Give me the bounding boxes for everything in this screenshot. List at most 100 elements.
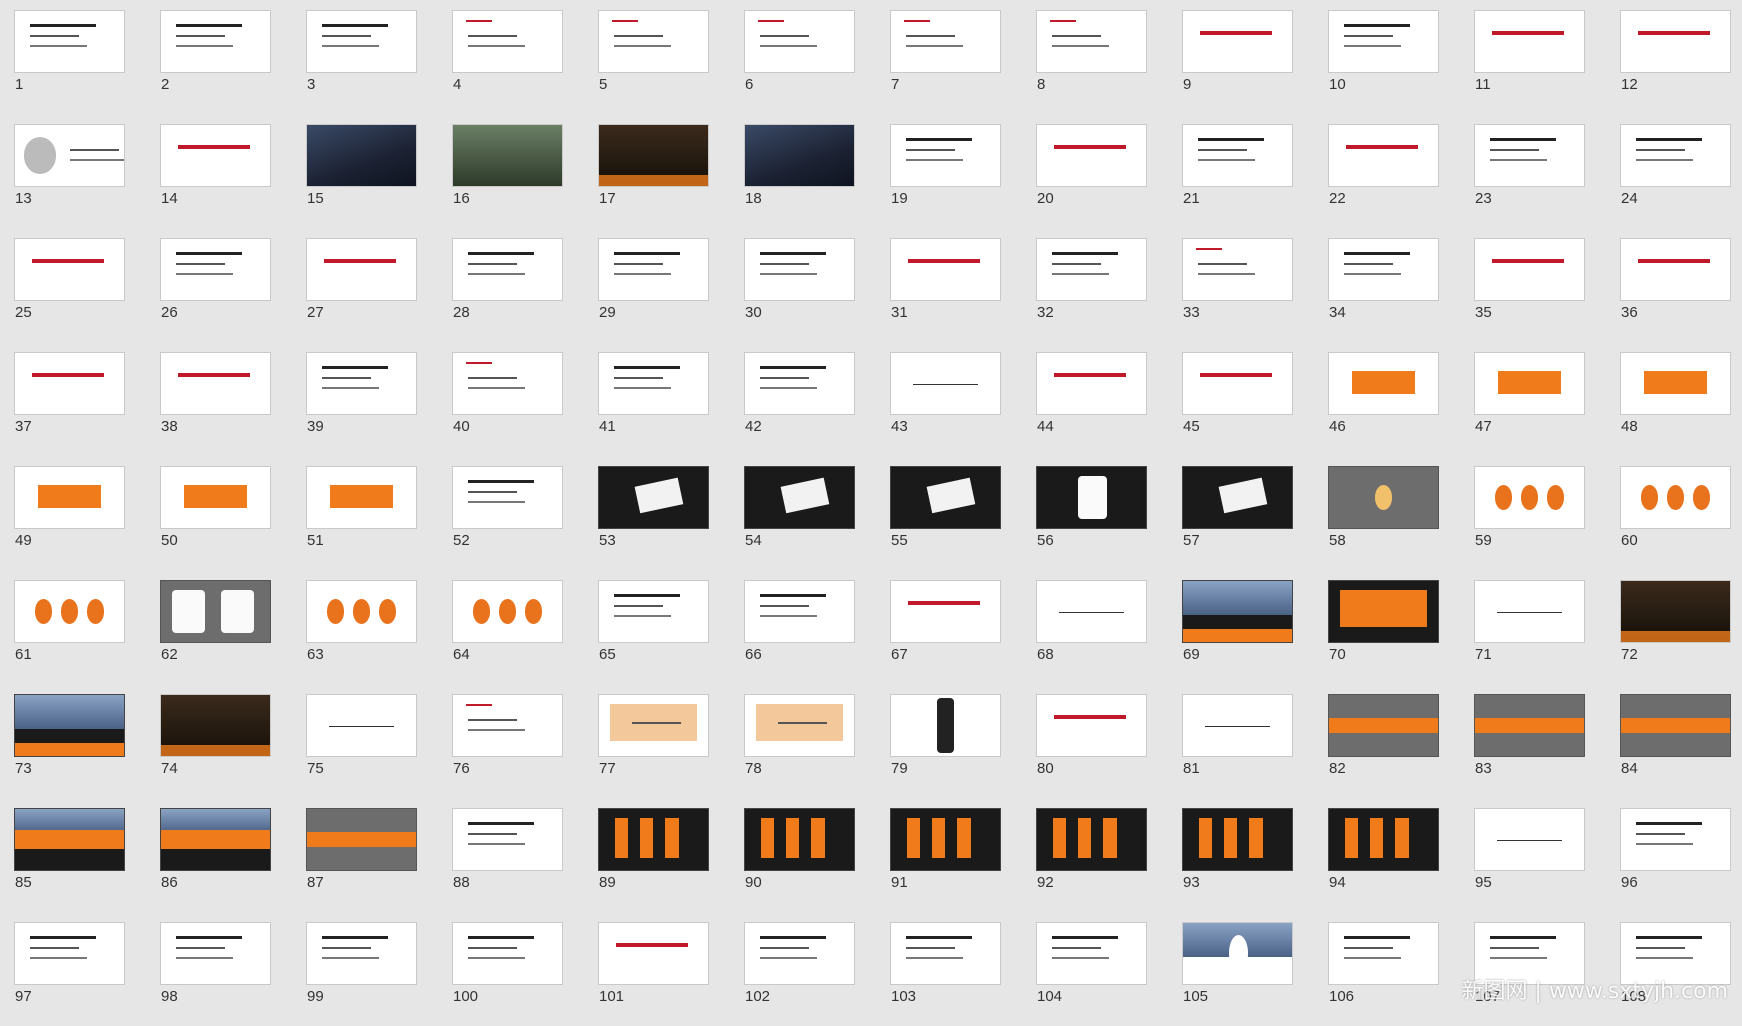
- slide-thumbnail[interactable]: 64: [438, 570, 584, 684]
- slide-thumbnail[interactable]: 73: [0, 684, 146, 798]
- slide-thumbnail[interactable]: 44: [1022, 342, 1168, 456]
- slide-thumbnail[interactable]: 47: [1460, 342, 1606, 456]
- slide-thumbnail[interactable]: 91: [876, 798, 1022, 912]
- slide-thumbnail[interactable]: 93: [1168, 798, 1314, 912]
- slide-thumbnail[interactable]: 23: [1460, 114, 1606, 228]
- slide-thumbnail[interactable]: 40: [438, 342, 584, 456]
- slide-thumbnail[interactable]: 17: [584, 114, 730, 228]
- slide-thumbnail[interactable]: 28: [438, 228, 584, 342]
- slide-thumbnail[interactable]: 18: [730, 114, 876, 228]
- slide-thumbnail[interactable]: 58: [1314, 456, 1460, 570]
- slide-thumbnail[interactable]: 108: [1606, 912, 1742, 1026]
- slide-thumbnail[interactable]: 24: [1606, 114, 1742, 228]
- slide-thumbnail[interactable]: 15: [292, 114, 438, 228]
- slide-thumbnail[interactable]: 27: [292, 228, 438, 342]
- slide-thumbnail[interactable]: 74: [146, 684, 292, 798]
- slide-thumbnail[interactable]: 80: [1022, 684, 1168, 798]
- slide-thumbnail[interactable]: 89: [584, 798, 730, 912]
- slide-thumbnail[interactable]: 52: [438, 456, 584, 570]
- slide-thumbnail[interactable]: 48: [1606, 342, 1742, 456]
- slide-thumbnail[interactable]: 61: [0, 570, 146, 684]
- slide-thumbnail[interactable]: 77: [584, 684, 730, 798]
- slide-thumbnail[interactable]: 39: [292, 342, 438, 456]
- slide-thumbnail[interactable]: 31: [876, 228, 1022, 342]
- slide-thumbnail[interactable]: 50: [146, 456, 292, 570]
- slide-thumbnail[interactable]: 13: [0, 114, 146, 228]
- slide-thumbnail[interactable]: 88: [438, 798, 584, 912]
- slide-thumbnail[interactable]: 4: [438, 0, 584, 114]
- slide-thumbnail[interactable]: 69: [1168, 570, 1314, 684]
- slide-thumbnail[interactable]: 76: [438, 684, 584, 798]
- slide-thumbnail[interactable]: 6: [730, 0, 876, 114]
- slide-thumbnail[interactable]: 16: [438, 114, 584, 228]
- slide-thumbnail[interactable]: 86: [146, 798, 292, 912]
- slide-thumbnail[interactable]: 70: [1314, 570, 1460, 684]
- slide-thumbnail[interactable]: 35: [1460, 228, 1606, 342]
- slide-thumbnail[interactable]: 100: [438, 912, 584, 1026]
- slide-thumbnail[interactable]: 30: [730, 228, 876, 342]
- slide-thumbnail[interactable]: 33: [1168, 228, 1314, 342]
- slide-thumbnail[interactable]: 22: [1314, 114, 1460, 228]
- slide-thumbnail[interactable]: 102: [730, 912, 876, 1026]
- slide-thumbnail[interactable]: 75: [292, 684, 438, 798]
- slide-thumbnail[interactable]: 99: [292, 912, 438, 1026]
- slide-thumbnail[interactable]: 41: [584, 342, 730, 456]
- slide-thumbnail[interactable]: 59: [1460, 456, 1606, 570]
- slide-thumbnail[interactable]: 98: [146, 912, 292, 1026]
- slide-thumbnail[interactable]: 25: [0, 228, 146, 342]
- slide-thumbnail[interactable]: 43: [876, 342, 1022, 456]
- slide-thumbnail[interactable]: 84: [1606, 684, 1742, 798]
- slide-thumbnail[interactable]: 42: [730, 342, 876, 456]
- slide-thumbnail[interactable]: 54: [730, 456, 876, 570]
- slide-thumbnail[interactable]: 14: [146, 114, 292, 228]
- slide-thumbnail[interactable]: 78: [730, 684, 876, 798]
- slide-thumbnail[interactable]: 87: [292, 798, 438, 912]
- slide-thumbnail[interactable]: 45: [1168, 342, 1314, 456]
- slide-thumbnail[interactable]: 106: [1314, 912, 1460, 1026]
- slide-thumbnail[interactable]: 66: [730, 570, 876, 684]
- slide-thumbnail[interactable]: 26: [146, 228, 292, 342]
- slide-thumbnail[interactable]: 5: [584, 0, 730, 114]
- slide-thumbnail[interactable]: 95: [1460, 798, 1606, 912]
- slide-thumbnail[interactable]: 7: [876, 0, 1022, 114]
- slide-thumbnail[interactable]: 9: [1168, 0, 1314, 114]
- slide-thumbnail[interactable]: 20: [1022, 114, 1168, 228]
- slide-thumbnail[interactable]: 51: [292, 456, 438, 570]
- slide-thumbnail[interactable]: 79: [876, 684, 1022, 798]
- slide-thumbnail[interactable]: 2: [146, 0, 292, 114]
- slide-thumbnail[interactable]: 96: [1606, 798, 1742, 912]
- slide-thumbnail[interactable]: 53: [584, 456, 730, 570]
- slide-thumbnail[interactable]: 32: [1022, 228, 1168, 342]
- slide-thumbnail[interactable]: 36: [1606, 228, 1742, 342]
- slide-thumbnail[interactable]: 60: [1606, 456, 1742, 570]
- slide-thumbnail[interactable]: 37: [0, 342, 146, 456]
- slide-thumbnail[interactable]: 10: [1314, 0, 1460, 114]
- slide-thumbnail[interactable]: 38: [146, 342, 292, 456]
- slide-thumbnail[interactable]: 105: [1168, 912, 1314, 1026]
- slide-thumbnail[interactable]: 92: [1022, 798, 1168, 912]
- slide-thumbnail[interactable]: 57: [1168, 456, 1314, 570]
- slide-thumbnail[interactable]: 49: [0, 456, 146, 570]
- slide-thumbnail[interactable]: 19: [876, 114, 1022, 228]
- slide-thumbnail[interactable]: 72: [1606, 570, 1742, 684]
- slide-thumbnail[interactable]: 82: [1314, 684, 1460, 798]
- slide-thumbnail[interactable]: 103: [876, 912, 1022, 1026]
- slide-thumbnail[interactable]: 101: [584, 912, 730, 1026]
- slide-thumbnail[interactable]: 34: [1314, 228, 1460, 342]
- slide-thumbnail[interactable]: 8: [1022, 0, 1168, 114]
- slide-thumbnail[interactable]: 63: [292, 570, 438, 684]
- slide-thumbnail[interactable]: 46: [1314, 342, 1460, 456]
- slide-thumbnail[interactable]: 94: [1314, 798, 1460, 912]
- slide-thumbnail[interactable]: 21: [1168, 114, 1314, 228]
- slide-thumbnail[interactable]: 12: [1606, 0, 1742, 114]
- slide-thumbnail[interactable]: 67: [876, 570, 1022, 684]
- slide-thumbnail[interactable]: 65: [584, 570, 730, 684]
- slide-thumbnail[interactable]: 71: [1460, 570, 1606, 684]
- slide-thumbnail[interactable]: 62: [146, 570, 292, 684]
- slide-thumbnail[interactable]: 90: [730, 798, 876, 912]
- slide-thumbnail[interactable]: 55: [876, 456, 1022, 570]
- slide-thumbnail[interactable]: 83: [1460, 684, 1606, 798]
- slide-thumbnail[interactable]: 81: [1168, 684, 1314, 798]
- slide-thumbnail[interactable]: 3: [292, 0, 438, 114]
- slide-thumbnail[interactable]: 1: [0, 0, 146, 114]
